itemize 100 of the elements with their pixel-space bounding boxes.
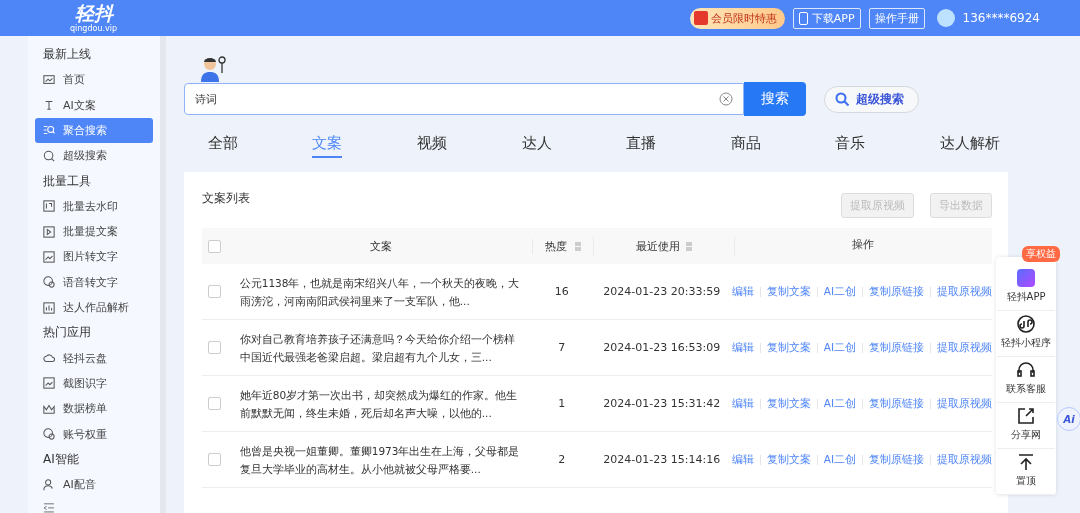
cloud-icon [43, 352, 55, 365]
row-action-link[interactable]: 复制文案 [766, 340, 811, 355]
row-action-link[interactable]: 编辑 [731, 284, 754, 299]
row-action-link[interactable]: 复制文案 [766, 452, 811, 467]
sidebar-group-title: 最新上线 [42, 46, 92, 63]
search-icon [834, 91, 850, 107]
headset-icon [1017, 361, 1035, 379]
row-action-link[interactable]: 复制原链接 [869, 340, 924, 355]
category-tab[interactable]: 直播 [626, 128, 657, 158]
table-cell-text: 她年近80岁才第一次出书，却突然成为爆红的作家。他生前默默无闻，终生未婚，死后却名声大噪，以他的... [239, 387, 519, 421]
row-action-link[interactable]: 编辑 [731, 340, 754, 355]
category-tab[interactable]: 商品 [730, 128, 761, 158]
chart-icon [43, 73, 55, 86]
sidebar-item[interactable]: 达人作品解析 [35, 295, 153, 321]
table-cell-text: 他曾是央视一姐董卿。董卿1973年出生在上海，父母都是复旦大学毕业的高材生。从小他就被父母严格要... [239, 443, 521, 477]
sidebar-item[interactable]: 首页 [35, 67, 153, 93]
person-icon [43, 478, 55, 491]
category-tab[interactable]: 达人解析 [940, 128, 1000, 158]
toolbar-item[interactable]: 轻抖小程序 [997, 311, 1055, 357]
row-action-link[interactable]: 提取原视频 [937, 396, 992, 411]
sidebar-item[interactable]: 语音转文字 [35, 269, 153, 295]
select-all-checkbox[interactable] [207, 239, 221, 253]
bars-icon [43, 301, 55, 314]
row-action-link[interactable]: 提取原视频 [937, 284, 992, 299]
play-icon [43, 225, 55, 238]
sidebar-item[interactable]: AI配音 [35, 471, 153, 498]
category-tab[interactable]: 达人 [521, 128, 552, 158]
row-action-link[interactable]: AI二创 [823, 396, 856, 411]
column-header[interactable]: 最近使用 [635, 238, 680, 254]
sidebar-item[interactable]: 聚合搜索 [35, 117, 153, 144]
row-checkbox[interactable] [207, 341, 221, 354]
user-phone[interactable]: 136****6924 [962, 11, 1040, 25]
avatar-icon[interactable] [936, 9, 955, 27]
manual-button[interactable]: 操作手册 [868, 7, 925, 29]
sort-icon[interactable] [685, 241, 692, 251]
row-action-link[interactable]: 复制原链接 [869, 452, 924, 467]
clear-icon[interactable] [718, 92, 733, 106]
row-action-link[interactable]: 复制文案 [766, 284, 811, 299]
row-action-link[interactable]: 编辑 [731, 396, 754, 411]
category-tab[interactable]: 音乐 [835, 128, 866, 158]
sidebar-item[interactable]: 批量提文案 [35, 218, 153, 245]
toolbar-item[interactable]: 置顶 [997, 449, 1055, 495]
search-button[interactable]: 搜索 [743, 82, 806, 116]
column-header: 文案 [369, 238, 392, 254]
category-tab[interactable]: 视频 [416, 128, 447, 158]
logo-text[interactable]: 轻抖 [74, 2, 113, 24]
table-cell: 1 [558, 397, 566, 410]
sidebar-item[interactable]: 超级搜索 [35, 143, 153, 169]
row-action-link[interactable]: 提取原视频 [937, 340, 992, 355]
sidebar-item[interactable]: AI文案 [35, 92, 153, 118]
sidebar-group-title: 热门应用 [42, 324, 92, 342]
sidebar-group-title: 批量工具 [42, 172, 92, 190]
table-cell: 7 [558, 341, 566, 354]
domain-text: qingdou.vip [70, 23, 118, 34]
phone-icon [798, 11, 808, 25]
sidebar-item[interactable]: 批量去水印 [35, 193, 153, 219]
column-header[interactable]: 热度 [544, 238, 567, 254]
toolbar-item[interactable]: 轻抖APP [997, 265, 1055, 311]
sidebar-group-title: AI智能 [42, 450, 80, 468]
table-cell: 2024-01-23 15:31:42 [603, 397, 721, 410]
row-checkbox[interactable] [207, 397, 221, 410]
download-app-button[interactable]: 下载APP [792, 7, 861, 29]
search-field[interactable]: 诗词 [183, 83, 744, 115]
table-cell-text: 你对自己教育培养孩子还满意吗？今天给你介绍一个榜样中国近代最强老爸梁启超。梁启超有九个儿女，三... [239, 331, 516, 365]
table-cell-text: 公元1138年，也就是南宋绍兴八年，一个秋天的夜晚，大雨滂沱，河南南阳武侯祠里来了一支军队，他... [239, 275, 521, 309]
row-action-link[interactable]: AI二创 [823, 340, 856, 355]
row-action-link[interactable]: 复制原链接 [869, 396, 924, 411]
sidebar-item[interactable]: 账号权重 [35, 421, 153, 447]
text-icon [43, 99, 55, 112]
sidebar-item[interactable]: 截图识字 [35, 370, 153, 397]
sidebar-item[interactable]: 图片转文字 [35, 244, 153, 270]
arrow-up-icon [1017, 453, 1035, 471]
row-action-link[interactable]: AI二创 [823, 452, 856, 467]
row-action-link[interactable]: AI二创 [823, 284, 856, 299]
row-action-link[interactable]: 提取原视频 [937, 452, 992, 467]
sort-icon[interactable] [574, 241, 581, 251]
ai-assistant-button[interactable]: Ai [1057, 407, 1080, 431]
sidebar-item[interactable]: 轻抖云盘 [35, 345, 153, 371]
collapse-icon[interactable] [43, 503, 55, 513]
row-action-link[interactable]: 编辑 [731, 452, 754, 467]
promo-button[interactable]: 会员限时特惠 [689, 7, 785, 29]
category-tab[interactable]: 全部 [207, 128, 238, 158]
row-checkbox[interactable] [207, 285, 221, 298]
table-cell: 16 [554, 285, 569, 298]
row-action-link[interactable]: 复制文案 [766, 396, 811, 411]
category-tab[interactable]: 文案 [312, 128, 343, 158]
super-search-button[interactable]: 超级搜索 [823, 85, 919, 113]
search2-icon [43, 149, 55, 162]
toolbar-item[interactable]: 分享网 [997, 403, 1055, 449]
toolbar-item[interactable]: 联系客服 [997, 357, 1055, 403]
crown-icon [43, 402, 55, 415]
table-cell: 2024-01-23 15:14:16 [603, 453, 721, 466]
row-checkbox[interactable] [207, 453, 221, 466]
link-icon [1017, 315, 1035, 333]
sidebar-item[interactable]: 数据榜单 [35, 396, 153, 422]
column-header: 操作 [852, 237, 875, 253]
app-icon [1017, 269, 1035, 287]
share-icon [1017, 407, 1035, 425]
row-action-link[interactable]: 复制原链接 [869, 284, 924, 299]
list-title: 文案列表 [201, 190, 250, 207]
